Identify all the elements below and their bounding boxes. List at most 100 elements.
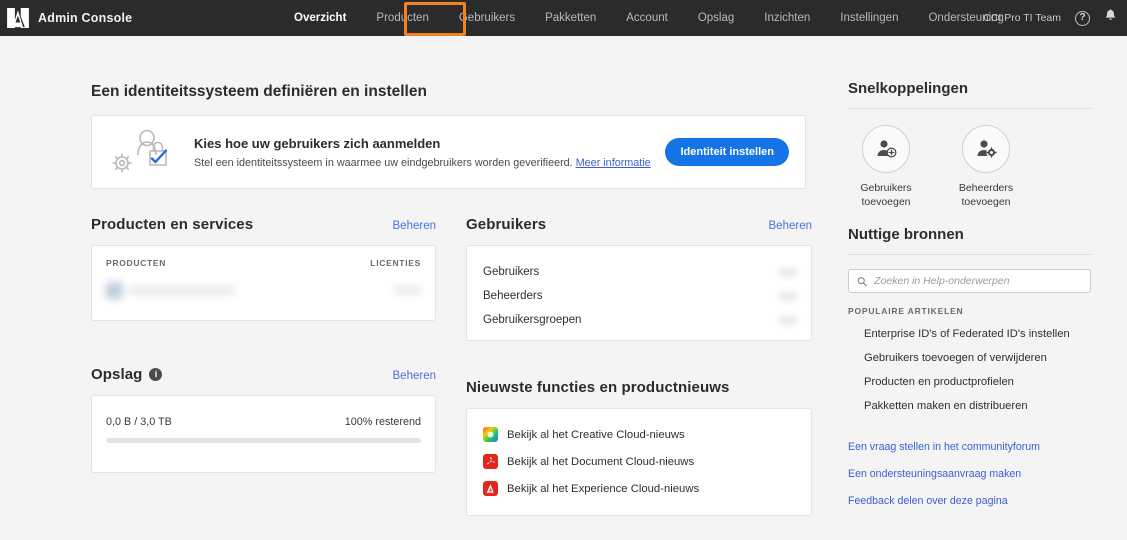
news-item-creative-cloud[interactable]: Bekijk al het Creative Cloud-nieuws <box>483 421 797 448</box>
storage-used-total: 0,0 B / 3,0 TB <box>106 416 172 428</box>
products-header: Producten en services Beheren <box>91 216 436 233</box>
nav-item-gebruikers[interactable]: Gebruikers <box>444 0 530 36</box>
article-link-2[interactable]: Gebruikers toevoegen of verwijderen <box>864 352 1091 364</box>
identity-text-group: Kies hoe uw gebruikers zich aanmelden St… <box>194 136 665 169</box>
product-label-redacted <box>130 286 234 295</box>
support-request-link[interactable]: Een ondersteuningsaanvraag maken <box>848 468 1091 480</box>
meer-informatie-link[interactable]: Meer informatie <box>576 157 651 169</box>
product-name-redacted <box>106 282 234 299</box>
resources-title: Nuttige bronnen <box>848 226 964 243</box>
storage-header: Opslag i Beheren <box>91 366 436 383</box>
storage-remaining: 100% resterend <box>344 416 421 428</box>
nav-item-inzichten[interactable]: Inzichten <box>749 0 825 36</box>
identity-gear-lock-icon <box>108 125 180 179</box>
identity-section: Een identiteitssysteem definiëren en ins… <box>91 83 806 189</box>
news-section: Nieuwste functies en productnieuws Bekij… <box>466 379 812 516</box>
news-item-experience-cloud[interactable]: Bekijk al het Experience Cloud-nieuws <box>483 475 797 502</box>
product-license-count-redacted <box>394 286 421 295</box>
users-header: Gebruikers Beheren <box>466 216 812 233</box>
team-name-label: CCI Pro TI Team <box>983 12 1061 24</box>
identity-heading: Kies hoe uw gebruikers zich aanmelden <box>194 135 441 151</box>
product-row-redacted[interactable] <box>106 282 421 299</box>
storage-title: Opslag <box>91 366 143 383</box>
shortcuts-divider <box>848 108 1091 109</box>
notification-bell-icon[interactable] <box>1104 8 1117 28</box>
help-search-box[interactable] <box>848 269 1091 293</box>
identity-description: Stel een identiteitssysteem in waarmee u… <box>194 156 573 169</box>
shortcuts-section: Snelkoppelingen Gebruikers toevoegen Beh… <box>848 80 1091 209</box>
news-item-label: Bekijk al het Experience Cloud-nieuws <box>507 482 700 495</box>
resources-section: Nuttige bronnen POPULAIRE ARTIKELEN Ente… <box>848 226 1091 522</box>
nav-item-account[interactable]: Account <box>611 0 683 36</box>
identity-section-title: Een identiteitssysteem definiëren en ins… <box>91 83 427 100</box>
creative-cloud-icon <box>483 427 498 442</box>
storage-title-group: Opslag i <box>91 366 163 383</box>
users-title: Gebruikers <box>466 216 547 233</box>
nav-item-pakketten[interactable]: Pakketten <box>530 0 611 36</box>
users-row-label: Gebruikersgroepen <box>483 314 582 326</box>
users-count-redacted <box>779 267 797 277</box>
products-card: PRODUCTEN LICENTIES <box>91 245 436 321</box>
products-manage-link[interactable]: Beheren <box>393 220 436 232</box>
news-title: Nieuwste functies en productnieuws <box>466 379 730 396</box>
nav-item-producten[interactable]: Producten <box>361 0 443 36</box>
products-column-licenties: LICENTIES <box>370 258 421 268</box>
news-card: Bekijk al het Creative Cloud-nieuws Beki… <box>466 408 812 516</box>
main-nav: Overzicht Producten Gebruikers Pakketten… <box>279 0 1019 36</box>
add-admin-icon <box>962 125 1010 173</box>
nav-item-instellingen[interactable]: Instellingen <box>825 0 913 36</box>
popular-articles-heading: POPULAIRE ARTIKELEN <box>848 306 964 316</box>
storage-manage-link[interactable]: Beheren <box>393 370 436 382</box>
shortcut-add-users[interactable]: Gebruikers toevoegen <box>848 125 924 209</box>
users-row-gebruikers[interactable]: Gebruikers <box>483 260 797 284</box>
identity-setup-card: Kies hoe uw gebruikers zich aanmelden St… <box>91 115 806 189</box>
shortcuts-title: Snelkoppelingen <box>848 80 969 97</box>
article-link-3[interactable]: Producten en productprofielen <box>864 376 1091 388</box>
storage-values-row: 0,0 B / 3,0 TB 100% resterend <box>106 416 421 428</box>
users-row-gebruikersgroepen[interactable]: Gebruikersgroepen <box>483 308 797 332</box>
help-search-input[interactable] <box>874 275 1082 287</box>
help-icon[interactable]: ? <box>1075 10 1090 26</box>
users-row-label: Beheerders <box>483 290 543 302</box>
users-card: Gebruikers Beheerders Gebruikersgroepen <box>466 245 812 341</box>
users-row-beheerders[interactable]: Beheerders <box>483 284 797 308</box>
page-feedback-link[interactable]: Feedback delen over deze pagina <box>848 495 1091 507</box>
add-user-icon <box>862 125 910 173</box>
shortcut-label: Gebruikers toevoegen <box>860 182 912 209</box>
storage-progress-bar <box>106 438 421 443</box>
storage-card: 0,0 B / 3,0 TB 100% resterend <box>91 395 436 473</box>
identity-description-row: Stel een identiteitssysteem in waarmee u… <box>194 157 665 169</box>
news-item-label: Bekijk al het Creative Cloud-nieuws <box>507 428 685 441</box>
document-cloud-icon <box>483 454 498 469</box>
products-column-producten: PRODUCTEN <box>106 258 167 268</box>
products-column-headers: PRODUCTEN LICENTIES <box>106 258 421 268</box>
shortcut-add-admins[interactable]: Beheerders toevoegen <box>948 125 1024 209</box>
users-section: Gebruikers Beheren Gebruikers Beheerders… <box>466 216 812 341</box>
news-item-document-cloud[interactable]: Bekijk al het Document Cloud-nieuws <box>483 448 797 475</box>
resources-divider <box>848 254 1091 255</box>
top-bar-right-group: CCI Pro TI Team ? <box>983 0 1117 36</box>
news-item-label: Bekijk al het Document Cloud-nieuws <box>507 455 695 468</box>
users-manage-link[interactable]: Beheren <box>769 220 812 232</box>
nav-item-opslag[interactable]: Opslag <box>683 0 749 36</box>
community-forum-link[interactable]: Een vraag stellen in het communityforum <box>848 441 1091 453</box>
shortcut-label: Beheerders toevoegen <box>958 182 1014 209</box>
product-icon-redacted <box>106 282 123 299</box>
adobe-logo-icon[interactable] <box>0 0 36 36</box>
products-section: Producten en services Beheren PRODUCTEN … <box>91 216 436 321</box>
info-icon[interactable]: i <box>149 368 163 381</box>
users-count-redacted <box>779 315 797 325</box>
users-row-label: Gebruikers <box>483 266 540 278</box>
products-title: Producten en services <box>91 216 254 233</box>
top-navigation-bar: Admin Console Overzicht Producten Gebrui… <box>0 0 1127 36</box>
app-title: Admin Console <box>38 11 133 25</box>
nav-item-overzicht[interactable]: Overzicht <box>279 0 361 36</box>
article-link-1[interactable]: Enterprise ID's of Federated ID's instel… <box>864 328 1091 340</box>
shortcuts-list: Gebruikers toevoegen Beheerders toevoege… <box>848 125 1091 209</box>
experience-cloud-icon <box>483 481 498 496</box>
users-count-redacted <box>779 291 797 301</box>
article-link-4[interactable]: Pakketten maken en distribueren <box>864 400 1091 412</box>
identiteit-instellen-button[interactable]: Identiteit instellen <box>665 138 789 166</box>
admin-console-page: Admin Console Overzicht Producten Gebrui… <box>0 0 1127 540</box>
page-content: Een identiteitssysteem definiëren en ins… <box>0 36 1127 540</box>
